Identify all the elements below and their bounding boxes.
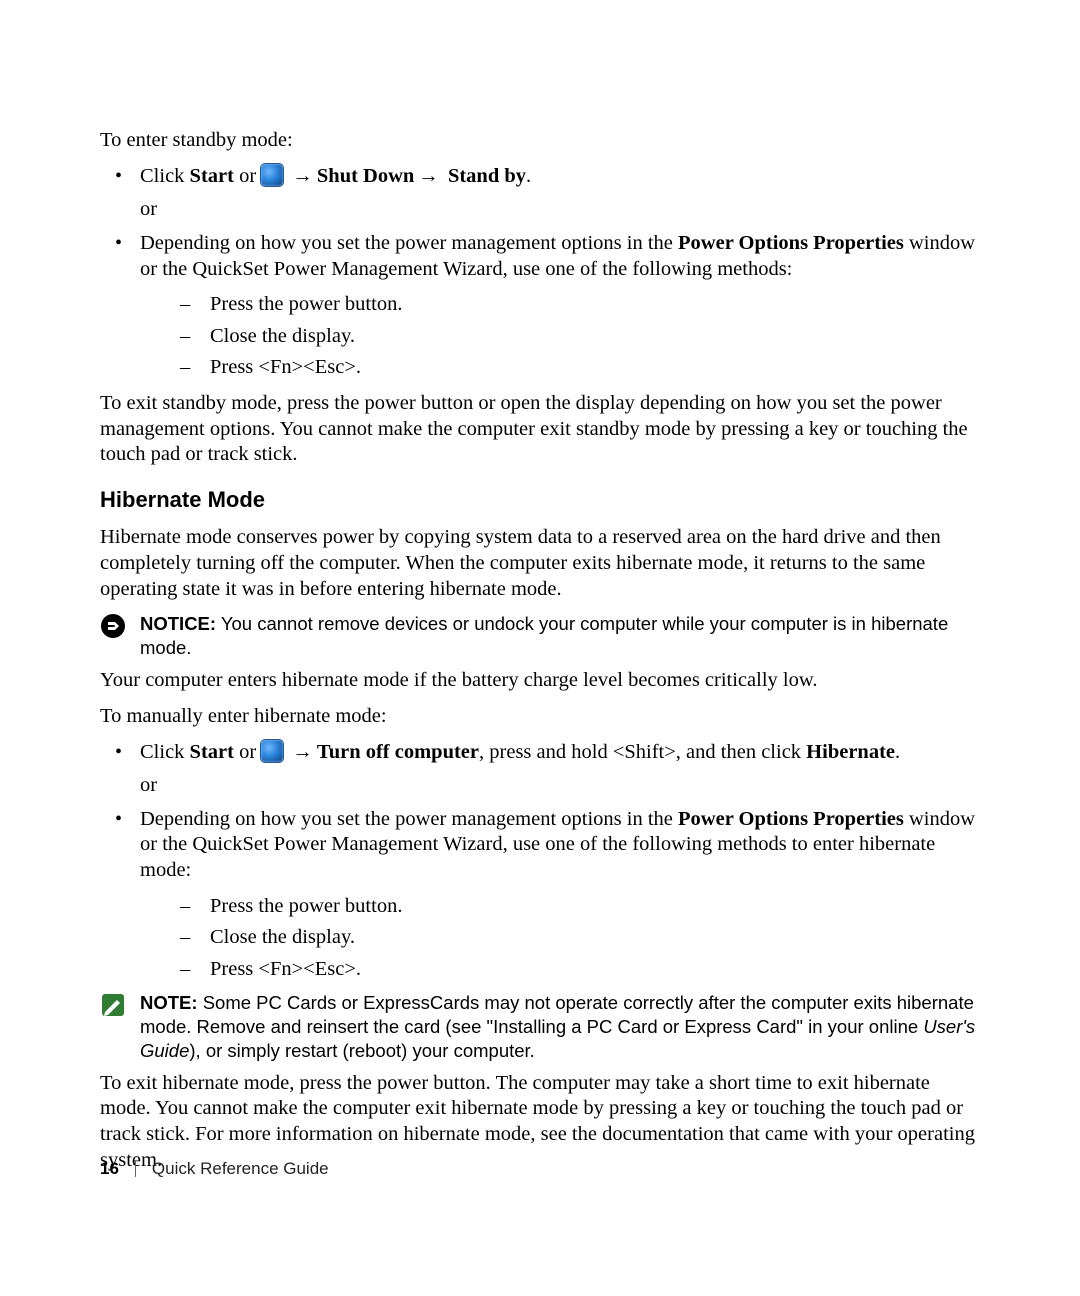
method-close-display: Close the display. xyxy=(140,324,982,350)
hibernate-intro: Hibernate mode conserves power by copyin… xyxy=(100,525,982,602)
windows-start-icon xyxy=(261,740,283,762)
note-text-post: ), or simply restart (reboot) your compu… xyxy=(189,1040,534,1061)
text-click: Click xyxy=(140,741,190,763)
note-icon xyxy=(100,992,126,1018)
note-label: NOTE: xyxy=(140,992,198,1013)
text-pre: Depending on how you set the power manag… xyxy=(140,808,678,830)
arrow-icon: → xyxy=(288,741,317,763)
notice-text: You cannot remove devices or undock your… xyxy=(140,613,948,658)
hibernate-depending: Depending on how you set the power manag… xyxy=(100,807,982,983)
arrow-icon: → xyxy=(288,165,317,187)
footer-title: Quick Reference Guide xyxy=(152,1158,329,1179)
text-or-line: or xyxy=(140,773,982,799)
hibernate-heading: Hibernate Mode xyxy=(100,486,982,514)
hibernate-bullets: Click Start or →Turn off computer, press… xyxy=(100,740,982,983)
text-turn-off: Turn off computer xyxy=(317,741,479,763)
note-text-pre: Some PC Cards or ExpressCards may not op… xyxy=(140,992,974,1037)
text-click: Click xyxy=(140,165,190,187)
notice-label: NOTICE: xyxy=(140,613,216,634)
hibernate-methods: Press the power button. Close the displa… xyxy=(140,894,982,983)
text-start: Start xyxy=(190,741,234,763)
text-shut-down: Shut Down xyxy=(317,165,414,187)
text-or: or xyxy=(234,741,261,763)
text-pop: Power Options Properties xyxy=(678,232,904,254)
hibernate-manual: To manually enter hibernate mode: xyxy=(100,704,982,730)
text-pre: Depending on how you set the power manag… xyxy=(140,232,678,254)
hibernate-auto: Your computer enters hibernate mode if t… xyxy=(100,668,982,694)
hibernate-click-start: Click Start or →Turn off computer, press… xyxy=(100,740,982,799)
text-or: or xyxy=(234,165,261,187)
text-stand-by: Stand by xyxy=(448,165,526,187)
method-fn-esc: Press <Fn><Esc>. xyxy=(140,355,982,381)
standby-bullets: Click Start or →Shut Down→ Stand by. or … xyxy=(100,164,982,381)
footer-separator xyxy=(135,1161,136,1177)
method-fn-esc: Press <Fn><Esc>. xyxy=(140,957,982,983)
notice-callout: NOTICE: You cannot remove devices or und… xyxy=(100,612,982,660)
arrow-icon: → xyxy=(414,165,443,187)
text-or-line: or xyxy=(140,197,982,223)
notice-icon xyxy=(100,613,126,639)
standby-methods: Press the power button. Close the displa… xyxy=(140,292,982,381)
document-page: To enter standby mode: Click Start or →S… xyxy=(0,0,1080,1296)
method-close-display: Close the display. xyxy=(140,925,982,951)
standby-exit: To exit standby mode, press the power bu… xyxy=(100,391,982,468)
text-period: . xyxy=(526,165,531,187)
standby-depending: Depending on how you set the power manag… xyxy=(100,231,982,381)
text-mid: , press and hold <Shift>, and then click xyxy=(479,741,806,763)
standby-intro: To enter standby mode: xyxy=(100,128,982,154)
text-hibernate: Hibernate xyxy=(806,741,895,763)
standby-click-start: Click Start or →Shut Down→ Stand by. or xyxy=(100,164,982,223)
method-power-button: Press the power button. xyxy=(140,292,982,318)
page-footer: 16 Quick Reference Guide xyxy=(100,1158,329,1179)
method-power-button: Press the power button. xyxy=(140,894,982,920)
windows-start-icon xyxy=(261,164,283,186)
text-start: Start xyxy=(190,165,234,187)
text-pop: Power Options Properties xyxy=(678,808,904,830)
text-period: . xyxy=(895,741,900,763)
note-callout: NOTE: Some PC Cards or ExpressCards may … xyxy=(100,991,982,1063)
page-number: 16 xyxy=(100,1158,119,1179)
